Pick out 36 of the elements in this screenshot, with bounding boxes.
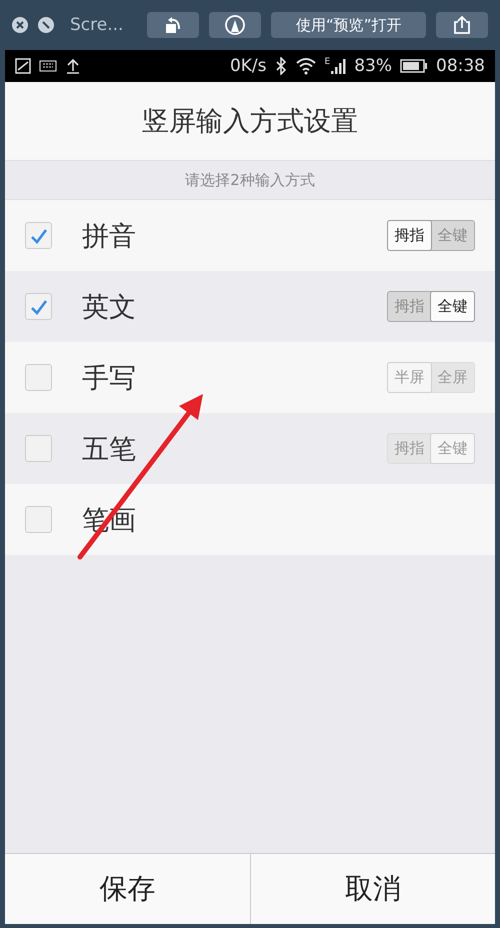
battery-percent: 83% bbox=[354, 56, 392, 76]
close-icon[interactable] bbox=[12, 17, 28, 33]
method-label: 五笔 bbox=[82, 432, 137, 466]
layout-option[interactable]: 拇指 bbox=[388, 292, 431, 321]
share-button[interactable] bbox=[436, 12, 488, 38]
open-with-preview-button[interactable]: 使用“预览”打开 bbox=[271, 12, 426, 38]
checkbox[interactable] bbox=[25, 222, 52, 249]
markup-button[interactable] bbox=[209, 12, 262, 38]
rotate-button[interactable] bbox=[147, 12, 200, 38]
cancel-button[interactable]: 取消 bbox=[250, 854, 495, 924]
method-label: 拼音 bbox=[82, 220, 137, 254]
window-title: Scre... bbox=[70, 15, 124, 35]
network-speed: 0K/s bbox=[230, 56, 267, 76]
method-label: 英文 bbox=[82, 290, 137, 324]
bluetooth-icon bbox=[274, 57, 287, 75]
layout-option[interactable]: 全键 bbox=[431, 221, 474, 250]
keyboard-icon bbox=[39, 60, 57, 72]
wifi-icon bbox=[294, 57, 317, 75]
signal-icon bbox=[330, 57, 346, 75]
save-button[interactable]: 保存 bbox=[5, 854, 250, 924]
check-icon bbox=[30, 298, 48, 314]
layout-option[interactable]: 拇指 bbox=[388, 221, 431, 250]
image-icon bbox=[15, 58, 31, 74]
check-icon bbox=[30, 228, 48, 244]
checkbox[interactable] bbox=[25, 506, 52, 533]
method-label: 手写 bbox=[82, 362, 137, 396]
battery-icon bbox=[400, 59, 428, 73]
minimize-icon[interactable] bbox=[38, 17, 54, 33]
page-title: 竖屏输入方式设置 bbox=[142, 105, 358, 139]
layout-option[interactable]: 全键 bbox=[431, 292, 474, 321]
clock: 08:38 bbox=[436, 56, 485, 76]
checkbox[interactable] bbox=[25, 293, 52, 320]
upload-icon bbox=[65, 58, 81, 74]
network-type: E bbox=[324, 57, 330, 67]
pen-tip-icon bbox=[224, 14, 246, 36]
share-icon bbox=[453, 15, 471, 35]
